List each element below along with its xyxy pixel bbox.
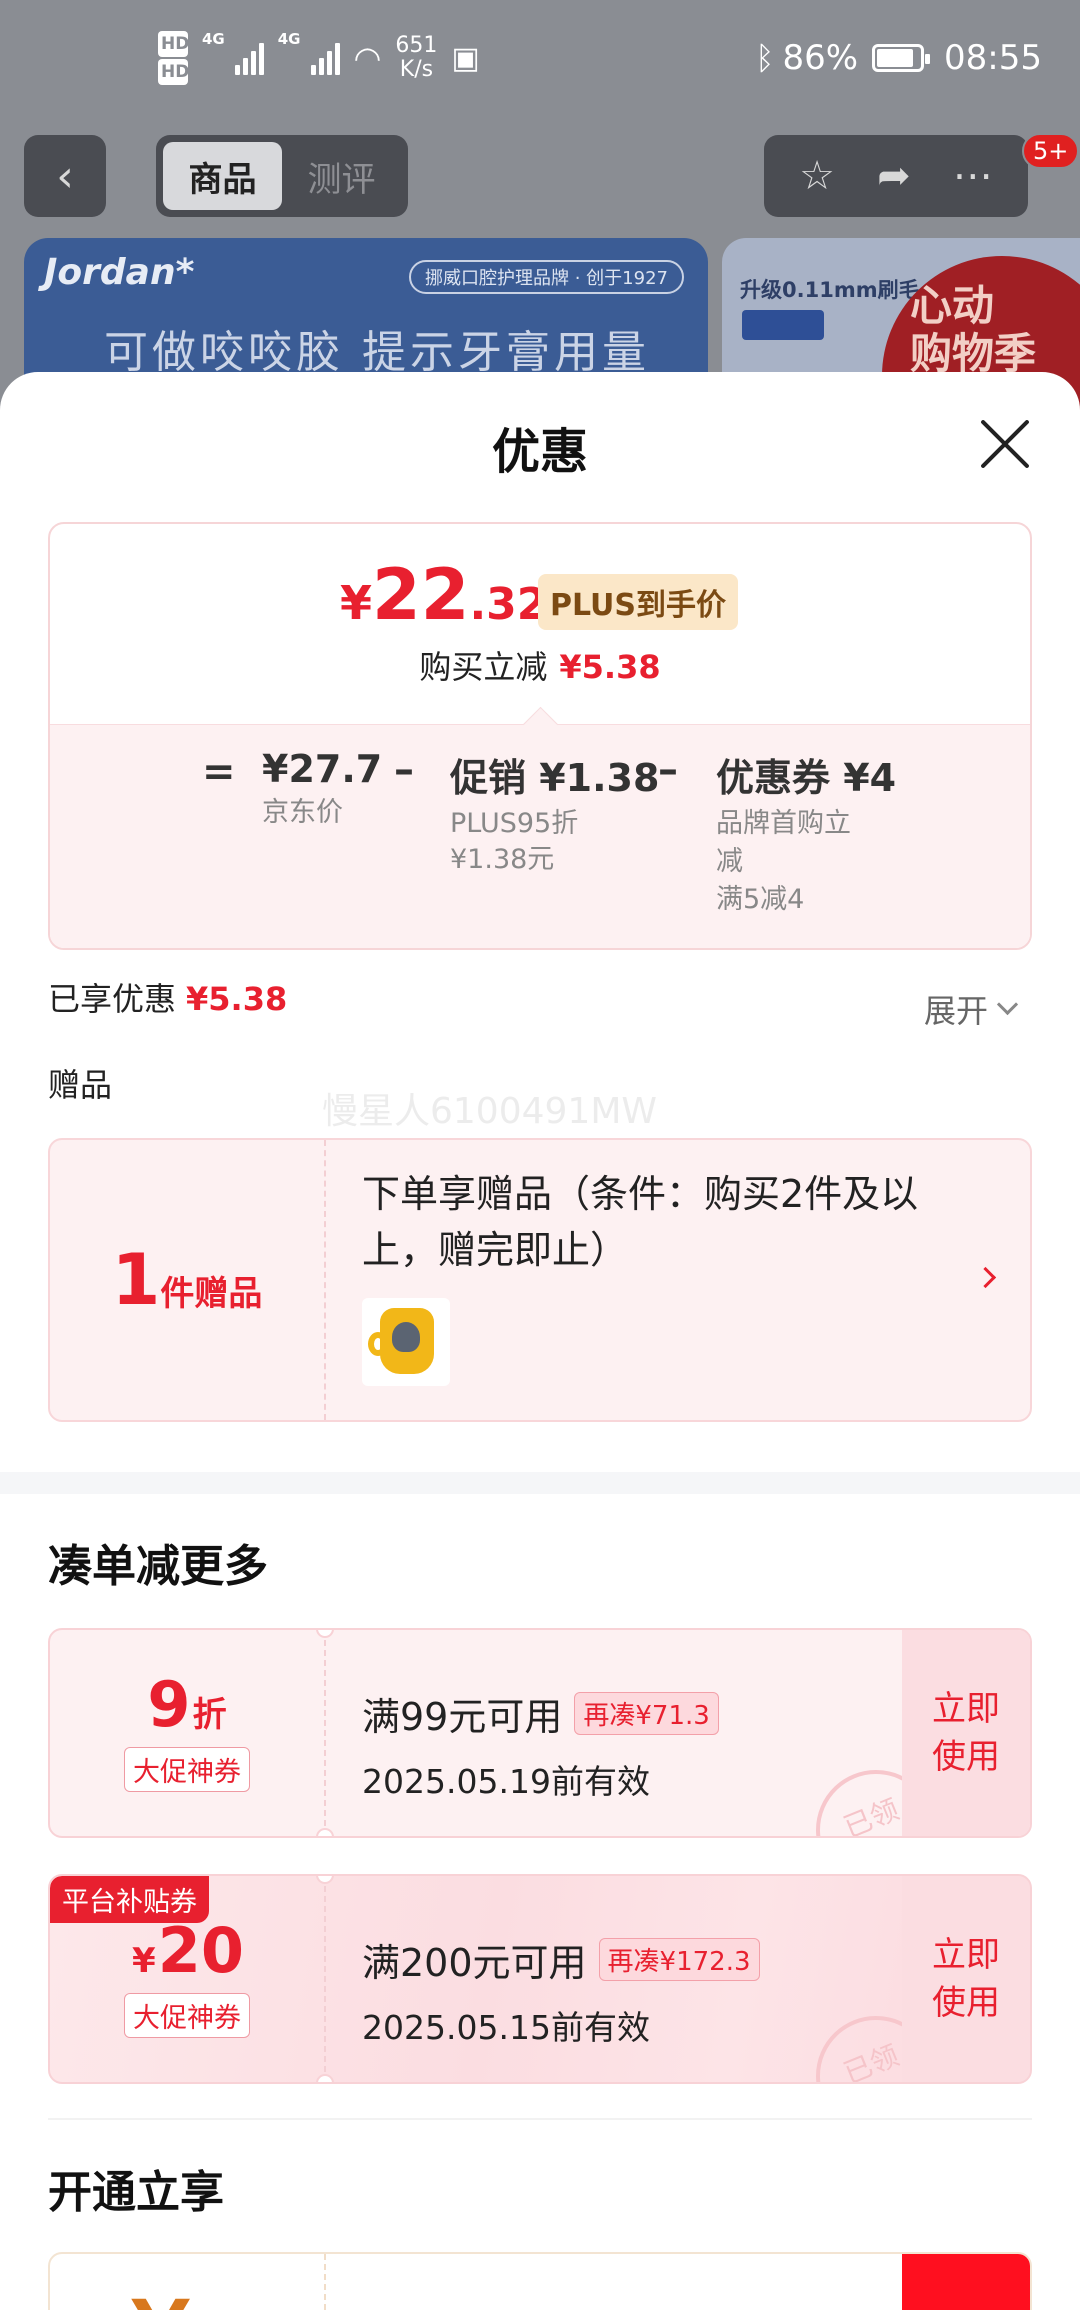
bluetooth-icon: ᛒ [755,39,775,77]
signal-icon-2 [310,41,340,75]
star-icon[interactable]: ☆ [799,153,835,199]
status-left: HD HD 4G 4G ◠ 651 K/s ▣ [158,30,480,86]
membership-card[interactable]: V [48,2252,1032,2310]
price-summary: ¥ 22 .32 PLUS到手价 购买立减 ¥5.38 [50,524,1030,724]
product-navbar: ‹ 商品 测评 ☆ ➦ ⋯ 5+ [0,133,1080,219]
battery-icon [872,44,931,72]
banner-slogan: 可做咬咬胶 提示牙膏用量 [104,327,650,378]
back-button[interactable]: ‹ [24,135,106,217]
final-price: ¥ 22 .32 [340,554,547,636]
plus-price-tag: PLUS到手价 [538,574,739,630]
background-page: HD HD 4G 4G ◠ 651 K/s ▣ ᛒ 86% 08:55 ‹ 商品… [0,0,1080,438]
side-banner-tag [742,310,824,340]
coupon-expiry: 2025.05.19前有效 [362,1762,650,1801]
tab-review[interactable]: 测评 [282,142,401,210]
coupon-card: 9折 大促神券 满99元可用 再凑¥71.3 2025.05.19前有效 已领 … [48,1628,1032,1838]
coupon-type-badge: 大促神券 [124,1993,250,2038]
status-right: ᛒ 86% 08:55 [755,38,1042,78]
enjoyed-value: ¥5.38 [186,980,288,1018]
coupon-gap-badge: 再凑¥71.3 [574,1692,719,1735]
network-speed: 651 K/s [395,33,438,82]
section-divider-thin [48,2118,1032,2120]
clock: 08:55 [944,38,1042,78]
use-now-button[interactable]: 立即使用 [902,1876,1030,2082]
wifi-icon: ◠ [353,39,382,77]
price-decimal: .32 [469,579,548,630]
close-icon[interactable] [978,417,1032,471]
jd-price: ¥27.7 [262,747,383,791]
instant-discount: 购买立减 ¥5.38 [419,648,661,686]
tab-switcher: 商品 测评 [156,135,408,217]
watermark: 慢星人6100491MW [322,1091,657,1132]
platform-subsidy-tag: 平台补贴券 [50,1876,209,1923]
hd1-icon: HD [158,31,189,57]
enjoyed-discount: 已享优惠 ¥5.38 [48,980,288,1018]
price-breakdown: = ¥27.7 京东价 – 促销 ¥1.38 PLUS95折 ¥1.38元 – … [50,724,1030,948]
promo-col: 促销 ¥1.38 PLUS95折 ¥1.38元 [450,747,659,880]
use-now-button[interactable]: 立即使用 [902,1630,1030,1836]
hd-indicator: HD HD [158,30,189,86]
side-banner-text: 升级0.11mm刷毛 [740,278,920,302]
minus-sign-2: – [658,747,678,793]
section-divider [0,1472,1080,1494]
coupon-type-badge: 大促神券 [124,1747,250,1792]
chevron-left-icon: ‹ [56,150,74,202]
network-label-2: 4G [277,30,301,48]
plus-logo-icon: V [131,2290,190,2310]
coupon-amount: 优惠券 ¥4 [716,756,897,800]
membership-title: 开通立享 [48,2167,224,2218]
sheet-title: 优惠 [491,424,588,480]
currency-symbol: ¥ [340,576,373,630]
gift-cup-image [362,1298,450,1386]
minus-sign: – [394,747,414,793]
share-icon[interactable]: ➦ [877,153,911,199]
battery-percent: 86% [782,38,859,78]
coupon-info: 满200元可用 再凑¥172.3 2025.05.15前有效 [362,1932,760,2049]
promo-amount: 促销 ¥1.38 [450,756,660,800]
message-badge: 5+ [1022,133,1080,169]
equals-sign: = [202,749,236,795]
jd-price-label: 京东价 [262,797,343,828]
chevron-right-icon [974,1266,997,1289]
coupon-col: 优惠券 ¥4 品牌首购立 减 满5减4 [716,747,896,920]
coupon-condition: 满200元可用 [362,1941,587,1985]
gift-description: 下单享赠品（条件：购买2件及以上，赠完即止） [362,1172,919,1272]
brand-logo: Jordan* [44,252,195,293]
expand-button[interactable]: 展开 [924,986,1019,1032]
status-bar: HD HD 4G 4G ◠ 651 K/s ▣ ᛒ 86% 08:55 [0,0,1080,120]
gift-count: 1 件赠品 [50,1140,326,1420]
more-discount-title: 凑单减更多 [48,1541,268,1592]
promo-circle-text: 心动 购物季 [910,281,1037,378]
coupon-gap-badge: 再凑¥172.3 [598,1938,760,1981]
gift-section-title: 赠品 [48,1066,113,1104]
coupon-value: 9折 大促神券 [50,1630,324,1836]
discount-sheet: 优惠 ¥ 22 .32 PLUS到手价 购买立减 ¥5.38 = ¥27.7 京东… [0,372,1080,2310]
coupon-condition: 满99元可用 [362,1695,563,1739]
nav-actions: ☆ ➦ ⋯ [764,135,1028,217]
brand-label: 挪威口腔护理品牌 · 创于1927 [409,260,684,294]
instant-discount-value: ¥5.38 [559,648,661,686]
open-membership-button[interactable] [902,2254,1030,2310]
jd-price-col: ¥27.7 京东价 [262,747,382,833]
gift-card[interactable]: 1 件赠品 下单享赠品（条件：购买2件及以上，赠完即止） [48,1138,1032,1422]
chevron-down-icon [996,993,1019,1015]
price-card: ¥ 22 .32 PLUS到手价 购买立减 ¥5.38 = ¥27.7 京东价 –… [48,522,1032,950]
hd2-icon: HD [158,59,189,85]
tv-icon: ▣ [451,40,480,76]
coupon-info: 满99元可用 再凑¥71.3 2025.05.19前有效 [362,1686,719,1803]
price-integer: 22 [372,554,470,636]
coupon-expiry: 2025.05.15前有效 [362,2008,650,2047]
tab-product[interactable]: 商品 [163,142,282,210]
network-label-1: 4G [202,30,225,48]
signal-icon [234,41,264,75]
coupon-card: ¥20 大促神券 平台补贴券 满200元可用 再凑¥172.3 2025.05.… [48,1874,1032,2084]
more-icon[interactable]: ⋯ [953,153,993,199]
